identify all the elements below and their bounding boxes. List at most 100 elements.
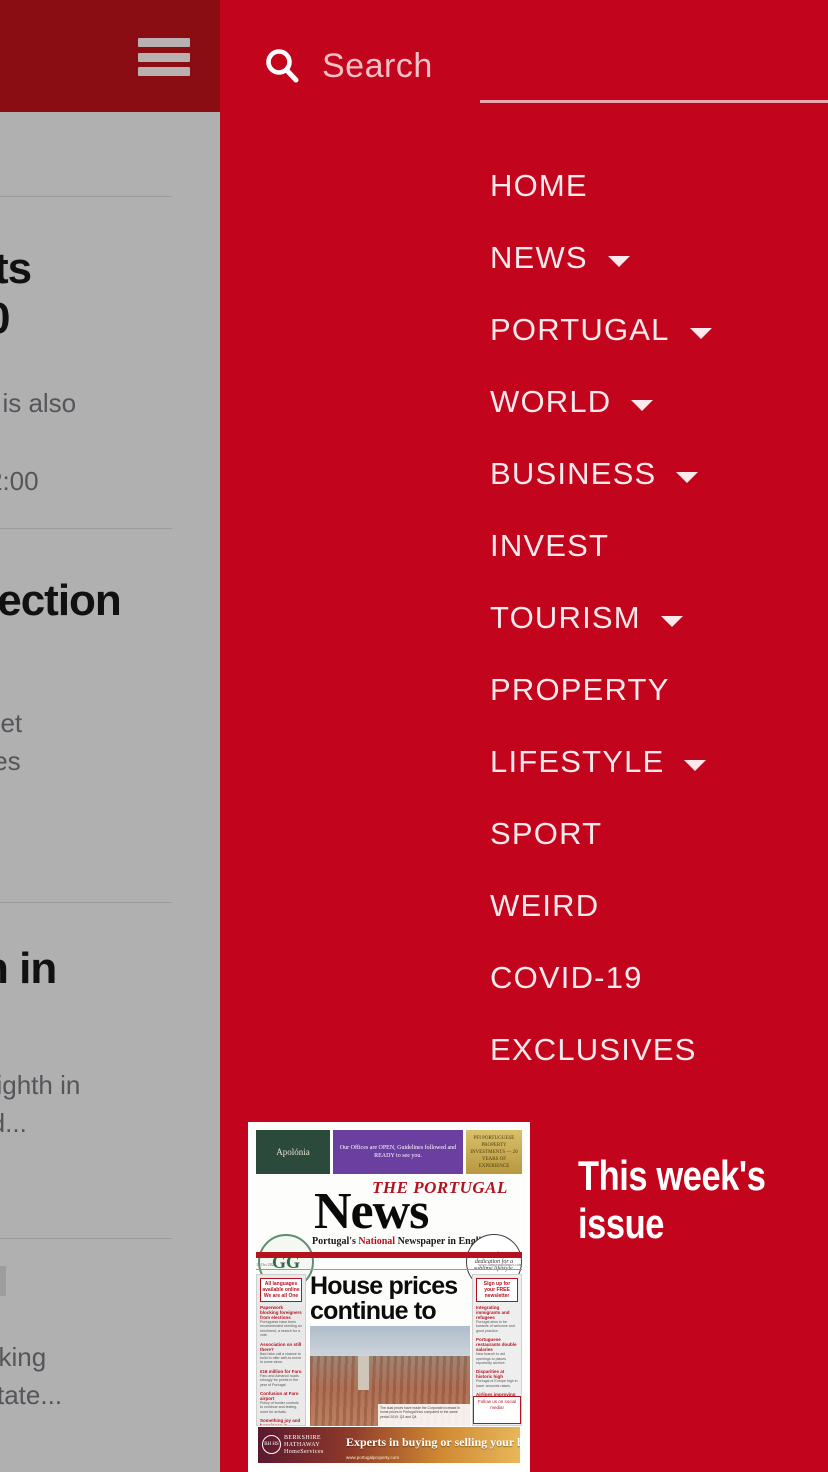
article-headline: n in [0,944,57,993]
article-summary-line1: get [0,708,23,738]
background-article-list: ts 0 t is also 2:00 lection get tes n in… [0,112,220,1472]
rail-item: Paperwork blocking foreigners from elect… [260,1305,302,1338]
rail-item-text: Faro and Almancil roads strongly for poi… [260,1373,299,1387]
nav-item-covid-19[interactable]: COVID-19 [490,942,828,1014]
chevron-down-icon[interactable] [660,615,683,627]
banner-slogan: Experts in buying or selling your home. [346,1435,520,1449]
banner-brand: BERKSHIRE HATHAWAY HomeServices [284,1434,324,1455]
chevron-down-icon[interactable] [676,471,699,483]
nav-label: BUSINESS [490,456,657,491]
nav-item-lifestyle[interactable]: LIFESTYLE [490,726,828,798]
background-article-1[interactable]: ts 0 t is also 2:00 [0,196,220,516]
ad-pfi: PFI PORTUGUESE PROPERTY INVESTMENTS — 20… [466,1130,522,1174]
nav-item-world[interactable]: WORLD [490,366,828,438]
article-divider [0,1238,172,1239]
nav-item-weird[interactable]: WEIRD [490,870,828,942]
rail-item-text: Portugal of Europe high in lower amounts… [476,1379,518,1388]
article-time: 0 [0,1414,220,1452]
hamburger-bar-1 [138,38,190,47]
article-headline-line2: 0 [0,294,220,344]
newspaper-front-page: Apolónia Our Offices are OPEN, Guideline… [252,1126,526,1468]
cover-masthead: THE PORTUGAL News Portugal's National Ne… [252,1176,526,1290]
hamburger-menu-icon[interactable] [138,38,190,76]
cover-social-box: Follow us on social media! [473,1396,521,1424]
cover-left-rail: All languages available online We are al… [256,1274,306,1426]
search-icon[interactable] [260,44,304,88]
rail-item-text: Bad risks call a chance to build to offe… [260,1351,302,1365]
nav-label: HOME [490,168,588,203]
rail-item: Confusion at Faro airport Policy of bord… [260,1391,302,1414]
rail-item-title: Something joy and happiness in hospitals [260,1418,301,1426]
cover-thin-rule [256,1269,522,1270]
photo-tower [358,1356,369,1390]
article-divider [0,528,172,529]
this-weeks-issue-block: Apolónia Our Offices are OPEN, Guideline… [248,1122,818,1472]
navigation-drawer: HOME NEWS PORTUGAL WORLD BUSINESS INVEST [220,0,828,1472]
nav-label: LIFESTYLE [490,744,665,779]
nav-label: WEIRD [490,888,600,923]
nav-label: INVEST [490,528,610,563]
article-divider [0,902,172,903]
nav-label: SPORT [490,816,603,851]
rail-item: Something joy and happiness in hospitals… [260,1418,302,1426]
site-header [0,0,220,112]
ad-offices-open: Our Offices are OPEN, Guidelines followe… [333,1130,463,1174]
cover-red-rule [256,1252,522,1258]
tagline-highlight: National [358,1236,396,1247]
newspaper-cover-thumbnail[interactable]: Apolónia Our Offices are OPEN, Guideline… [248,1122,530,1472]
rail-item-title: Disparities at historic high [476,1369,505,1380]
rail-item-text: Portugal aims to be towards of welcome a… [476,1320,515,1333]
nav-item-business[interactable]: BUSINESS [490,438,828,510]
nav-item-property[interactable]: PROPERTY [490,654,828,726]
rail-item: €16 million for Faro Faro and Almancil r… [260,1369,302,1387]
hamburger-bar-3 [138,67,190,76]
article-time: 2:00 [0,466,39,496]
rail-item-text: New branch to aid openings to places rep… [476,1352,506,1366]
rail-item-title: Portuguese restaurants double salaries [476,1337,517,1353]
rail-item-title: Association on still there? [260,1341,302,1352]
article-divider [0,196,172,197]
nav-item-invest[interactable]: INVEST [490,510,828,582]
nav-item-tourism[interactable]: TOURISM [490,582,828,654]
rail-newsletter-box: Sign up for your FREE newsletter [476,1278,518,1302]
chevron-down-icon[interactable] [631,399,654,411]
nav-item-exclusives[interactable]: EXCLUSIVES [490,1014,828,1086]
dateline-right: www.theportugalnews.com [478,1261,522,1267]
article-summary-line1: aking [0,1342,47,1372]
cover-dateline: 15 Oct 2020 www.theportugalnews.com [256,1260,522,1268]
this-weeks-issue-label: This week's issue [578,1152,766,1247]
rail-item-title: Integrating immigrants and refugees [476,1305,510,1320]
tagline-pre: Portugal's [312,1236,359,1247]
search-underline [480,100,828,103]
background-article-3[interactable]: n in eighth in rd... [0,902,220,1236]
background-article-4[interactable]: aking state... 0 [0,1238,220,1472]
nav-label: NEWS [490,240,588,275]
nav-item-news[interactable]: NEWS [490,222,828,294]
masthead-title: News [314,1183,429,1240]
article-summary-line1: eighth in [0,1070,81,1100]
banner-contact: www.portugalproperty.com [346,1455,399,1460]
photo-caption: The dual prices have made the Corporate … [378,1404,470,1426]
article-thumbnail-edge [0,1266,6,1296]
article-summary: t is also [0,388,77,418]
nav-item-sport[interactable]: SPORT [490,798,828,870]
ad-apolonia: Apolónia [256,1130,330,1174]
masthead-tagline: Portugal's National Newspaper in English… [312,1236,493,1247]
article-summary-line2: state... [0,1380,63,1410]
background-article-2[interactable]: lection get tes [0,528,220,872]
nav-item-portugal[interactable]: PORTUGAL [490,294,828,366]
nav-label: TOURISM [490,600,641,635]
rail-item-title: Paperwork blocking foreigners from elect… [260,1305,302,1320]
chevron-down-icon[interactable] [607,255,630,267]
cover-photo-lisbon: The dual prices have made the Corporate … [310,1326,470,1426]
cover-bottom-banner-ad: BH HS BERKSHIRE HATHAWAY HomeServices Ex… [258,1427,520,1463]
search-bar[interactable] [260,30,788,102]
article-summary-line2: tes [0,746,21,776]
chevron-down-icon[interactable] [689,327,712,339]
nav-label: COVID-19 [490,960,643,995]
rail-item: Portuguese restaurants double salaries N… [476,1337,518,1365]
nav-item-home[interactable]: HOME [490,150,828,222]
search-input[interactable] [322,46,788,86]
main-navigation-list: HOME NEWS PORTUGAL WORLD BUSINESS INVEST [490,150,828,1086]
chevron-down-icon[interactable] [684,759,707,771]
